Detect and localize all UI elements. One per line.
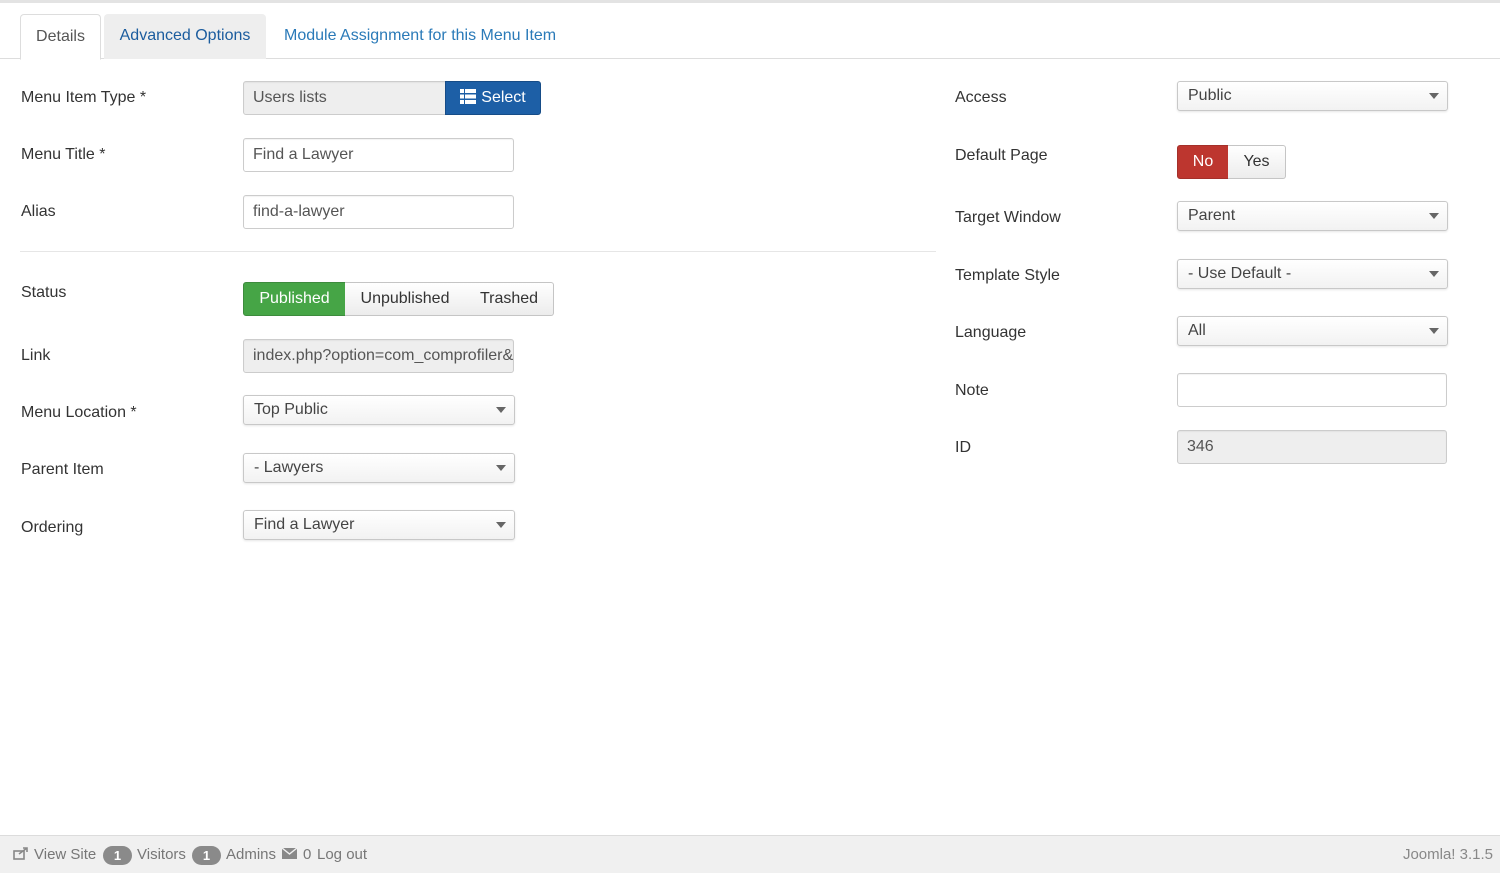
target-window-value: Parent: [1188, 207, 1236, 224]
default-page-yes-button[interactable]: Yes: [1228, 145, 1286, 179]
alias-label: Alias: [21, 203, 56, 220]
ordering-select[interactable]: Find a Lawyer: [243, 510, 515, 540]
joomla-version: Joomla! 3.1.5: [1402, 846, 1493, 863]
status-label: Status: [21, 284, 67, 301]
ordering-value: Find a Lawyer: [254, 516, 355, 533]
menu-location-select[interactable]: Top Public: [243, 395, 515, 425]
note-label: Note: [955, 382, 989, 399]
logout-link[interactable]: Log out: [317, 836, 367, 873]
template-style-label: Template Style: [955, 267, 1060, 284]
parent-item-value: - Lawyers: [254, 459, 324, 476]
status-footer: View Site 1 Visitors 1 Admins 0 Log out …: [0, 835, 1500, 873]
external-link-icon: [13, 847, 28, 860]
chevron-down-icon: [496, 465, 506, 471]
link-label: Link: [21, 347, 51, 364]
access-label: Access: [955, 89, 1007, 106]
status-unpublished-button[interactable]: Unpublished: [345, 282, 466, 316]
messages-link[interactable]: 0: [281, 836, 312, 873]
menu-title-input[interactable]: Find a Lawyer: [243, 138, 514, 172]
select-menu-type-button[interactable]: Select: [445, 81, 541, 115]
default-page-label: Default Page: [955, 147, 1048, 164]
chevron-down-icon: [1429, 328, 1439, 334]
parent-item-label: Parent Item: [21, 461, 104, 478]
tab-module-assignment[interactable]: Module Assignment for this Menu Item: [268, 14, 572, 59]
chevron-down-icon: [496, 407, 506, 413]
tab-bar: Details Advanced Options Module Assignme…: [0, 14, 1500, 60]
status-published-button[interactable]: Published: [243, 282, 346, 316]
section-divider: [20, 251, 936, 252]
default-page-no-button[interactable]: No: [1177, 145, 1229, 179]
select-button-label: Select: [481, 89, 526, 106]
target-window-label: Target Window: [955, 209, 1061, 226]
id-label: ID: [955, 439, 971, 456]
menu-title-label: Menu Title *: [21, 146, 106, 163]
access-select[interactable]: Public: [1177, 81, 1448, 111]
alias-input[interactable]: find-a-lawyer: [243, 195, 514, 229]
chevron-down-icon: [1429, 93, 1439, 99]
id-field: 346: [1177, 430, 1447, 464]
envelope-icon: [281, 847, 298, 859]
link-field: index.php?option=com_comprofiler&: [243, 339, 514, 373]
target-window-select[interactable]: Parent: [1177, 201, 1448, 231]
language-label: Language: [955, 324, 1027, 341]
chevron-down-icon: [1429, 271, 1439, 277]
view-site-label: View Site: [34, 846, 97, 863]
menu-location-value: Top Public: [254, 401, 328, 418]
language-select[interactable]: All: [1177, 316, 1448, 346]
visitors-label: Visitors: [137, 846, 186, 863]
ordering-label: Ordering: [21, 519, 84, 536]
top-border: [0, 0, 1500, 3]
menu-item-type-field: Users lists: [243, 81, 447, 115]
template-style-select[interactable]: - Use Default -: [1177, 259, 1448, 289]
chevron-down-icon: [1429, 213, 1439, 219]
access-value: Public: [1188, 87, 1232, 104]
tab-details[interactable]: Details: [20, 14, 101, 60]
template-style-value: - Use Default -: [1188, 265, 1292, 282]
visitors-count-badge: 1: [103, 846, 132, 865]
status-trashed-button[interactable]: Trashed: [465, 282, 554, 316]
parent-item-select[interactable]: - Lawyers: [243, 453, 515, 483]
admins-count-badge: 1: [192, 846, 221, 865]
chevron-down-icon: [496, 522, 506, 528]
language-value: All: [1188, 322, 1206, 339]
tab-advanced-options[interactable]: Advanced Options: [104, 14, 266, 59]
note-input[interactable]: [1177, 373, 1447, 407]
view-site-link[interactable]: View Site: [13, 836, 96, 873]
menu-item-type-label: Menu Item Type *: [21, 89, 147, 106]
list-icon: [460, 89, 477, 104]
admins-label: Admins: [226, 846, 277, 863]
menu-location-label: Menu Location *: [21, 404, 137, 421]
messages-count: 0: [303, 846, 312, 863]
